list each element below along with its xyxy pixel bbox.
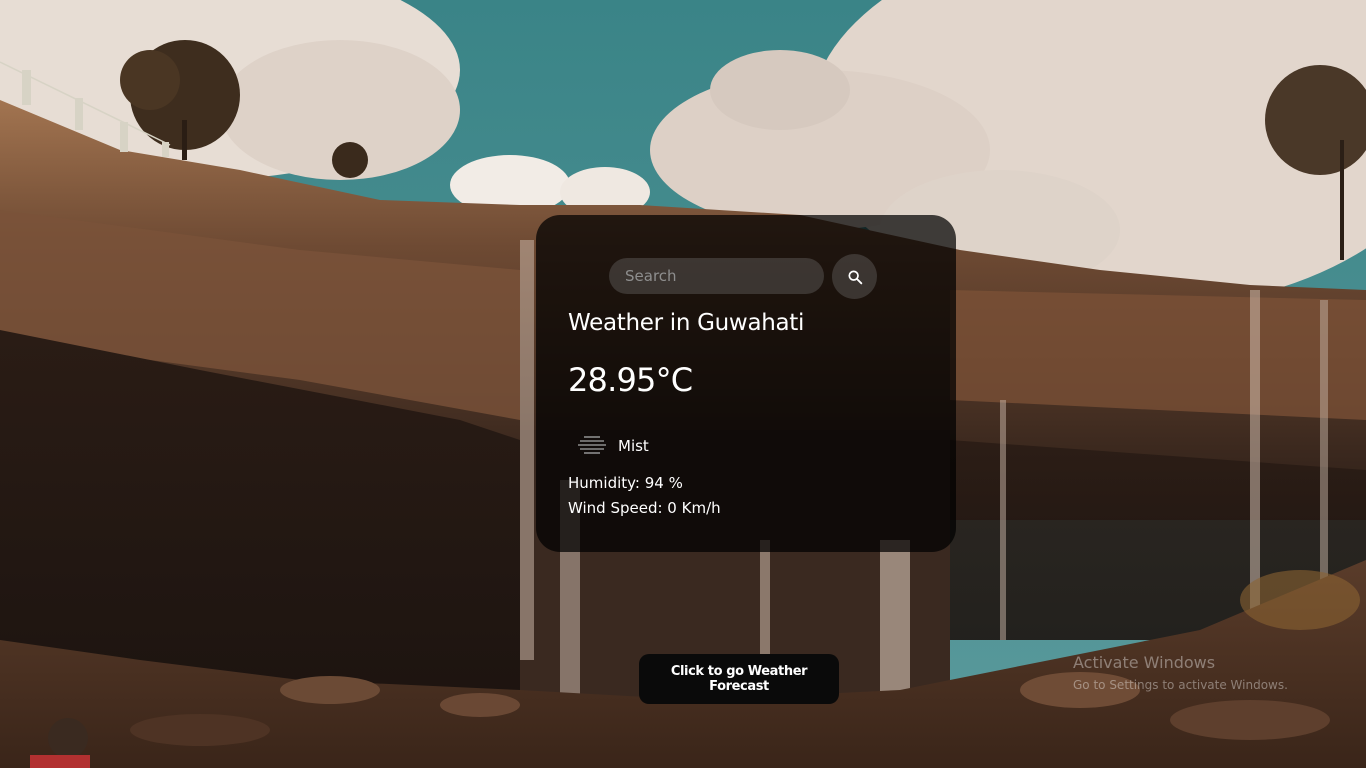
forecast-button[interactable]: Click to go Weather Forecast <box>639 654 839 704</box>
watermark-title: Activate Windows <box>1073 653 1216 672</box>
description-text: Mist <box>618 437 649 455</box>
search-input[interactable] <box>609 258 824 294</box>
search-button[interactable] <box>832 254 877 299</box>
search-icon <box>847 269 862 284</box>
weather-description: Mist <box>574 431 649 461</box>
temperature: 28.95°C <box>568 361 693 399</box>
weather-card: Weather in Guwahati 28.95°C Mist Humidit… <box>536 215 956 552</box>
humidity-text: Humidity: 94 % <box>568 474 683 492</box>
watermark-subtitle: Go to Settings to activate Windows. <box>1073 678 1288 692</box>
activate-windows-watermark: Activate Windows Go to Settings to activ… <box>1073 653 1288 693</box>
city-title: Weather in Guwahati <box>568 310 805 336</box>
search-bar <box>609 254 877 299</box>
wind-speed-text: Wind Speed: 0 Km/h <box>568 499 721 517</box>
mist-icon <box>578 436 606 454</box>
